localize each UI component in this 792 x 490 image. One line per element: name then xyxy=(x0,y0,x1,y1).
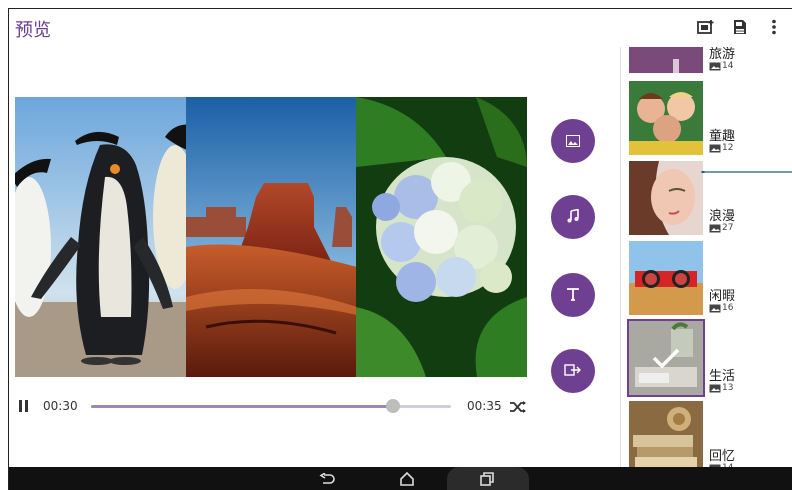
album-count: 13 xyxy=(709,383,733,393)
album-thumbnail xyxy=(629,241,703,315)
album-item[interactable]: 旅游 14 xyxy=(629,47,792,73)
playback-controls: 00:30 00:35 xyxy=(15,395,527,419)
toolbar xyxy=(696,17,784,37)
photo-count-icon xyxy=(709,224,721,232)
album-count: 16 xyxy=(709,303,733,313)
home-icon[interactable] xyxy=(397,471,417,487)
album-count-value: 27 xyxy=(722,223,734,233)
photo-count-icon xyxy=(709,384,721,392)
preview-image-desert xyxy=(185,97,357,377)
album-name: 浪漫 xyxy=(709,209,736,224)
preview-image-hydrangea xyxy=(356,97,527,377)
album-item-selected[interactable]: 生活 13 xyxy=(627,319,792,397)
album-thumbnail xyxy=(629,161,703,235)
add-transition-button[interactable] xyxy=(551,349,595,393)
transition-icon xyxy=(564,362,582,381)
photo-count-icon xyxy=(709,62,721,70)
album-item[interactable]: 回忆 14 xyxy=(629,401,792,467)
callout-line xyxy=(701,171,792,173)
album-thumbnail xyxy=(629,81,703,155)
album-name: 生活 xyxy=(709,369,736,384)
album-name: 回忆 xyxy=(709,449,736,464)
add-photo-icon[interactable] xyxy=(696,17,716,37)
album-count: 12 xyxy=(709,143,733,153)
album-thumbnail xyxy=(629,401,703,467)
photo-count-icon xyxy=(709,304,721,312)
image-icon xyxy=(566,132,580,151)
shuffle-icon[interactable] xyxy=(509,398,527,416)
album-count: 27 xyxy=(709,223,733,233)
overflow-menu-icon[interactable] xyxy=(764,17,784,37)
album-count-value: 12 xyxy=(722,143,734,153)
album-name: 旅游 xyxy=(709,47,736,62)
album-list[interactable]: 旅游 14 童趣 12 浪漫 27 闲暇 16 生活 13 回忆 xyxy=(620,47,792,467)
preview-image-penguins xyxy=(15,97,186,377)
add-music-button[interactable] xyxy=(551,195,595,239)
page-title: 预览 xyxy=(15,20,51,41)
seek-bar[interactable] xyxy=(91,399,451,413)
save-icon[interactable] xyxy=(730,17,750,37)
music-note-icon xyxy=(567,208,579,227)
add-text-button[interactable] xyxy=(551,273,595,317)
seek-bar-progress xyxy=(91,405,394,408)
system-nav-bar xyxy=(9,467,792,490)
photo-count-icon xyxy=(709,144,721,152)
album-count-value: 13 xyxy=(722,383,734,393)
album-count: 14 xyxy=(709,61,733,71)
album-name: 童趣 xyxy=(709,129,736,144)
album-item[interactable]: 童趣 12 xyxy=(629,81,792,155)
add-image-button[interactable] xyxy=(551,119,595,163)
selection-border xyxy=(627,319,705,397)
slideshow-preview[interactable] xyxy=(15,97,527,377)
album-count-value: 16 xyxy=(722,303,734,313)
pause-icon[interactable] xyxy=(18,400,30,412)
seek-bar-thumb[interactable] xyxy=(386,399,401,413)
app-window: 预览 00:30 00:35 旅游 14 童趣 12 浪漫 27 闲暇 16 生… xyxy=(8,8,792,490)
recents-icon[interactable] xyxy=(477,471,497,487)
album-item[interactable]: 闲暇 16 xyxy=(629,241,792,315)
back-icon[interactable] xyxy=(317,471,337,487)
total-time: 00:35 xyxy=(467,399,502,413)
album-name: 闲暇 xyxy=(709,289,736,304)
current-time: 00:30 xyxy=(43,399,78,413)
album-count-value: 14 xyxy=(722,61,734,71)
text-icon xyxy=(567,286,579,305)
album-thumbnail xyxy=(629,47,703,73)
